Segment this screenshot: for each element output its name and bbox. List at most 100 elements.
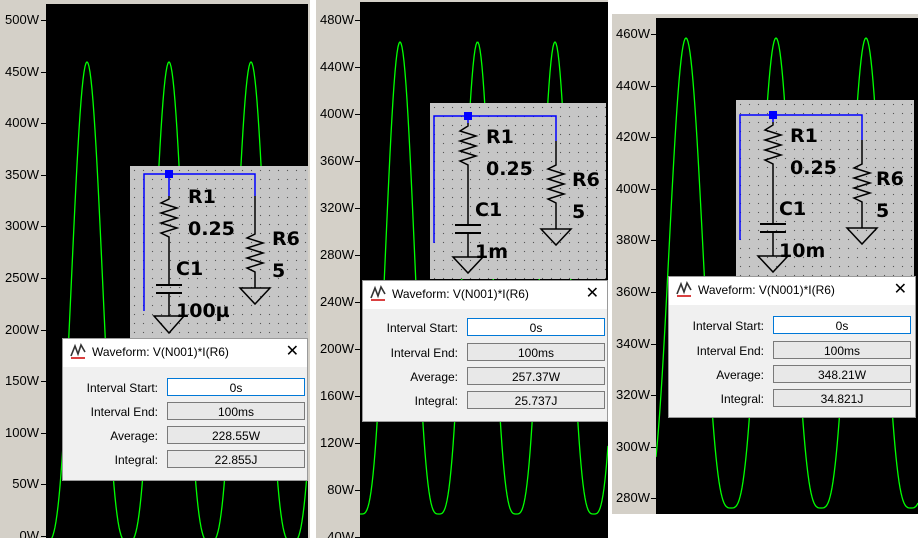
dialog-titlebar[interactable]: Waveform: V(N001)*I(R6) ✕ bbox=[63, 339, 307, 367]
c1-name-label: C1 bbox=[779, 198, 807, 220]
y-tick-label: 400W bbox=[320, 106, 354, 121]
close-icon[interactable]: ✕ bbox=[286, 343, 299, 361]
interval-start-label: Interval Start: bbox=[386, 321, 458, 335]
y-tick-label: 420W bbox=[616, 129, 650, 145]
interval-end-label: Interval End: bbox=[696, 344, 764, 358]
integral-label: Integral: bbox=[720, 392, 764, 406]
y-tick-label: 300W bbox=[616, 438, 650, 454]
integral-field[interactable]: 34.821J bbox=[773, 389, 911, 407]
y-tick-label: 320W bbox=[320, 200, 354, 215]
y-tick-label: 100W bbox=[5, 424, 39, 440]
schematic-inset[interactable]: R1 0.25 C1 1m R6 5 bbox=[430, 103, 606, 279]
integral-label: Integral: bbox=[114, 453, 158, 467]
y-tick-mark bbox=[41, 123, 46, 125]
interval-end-field[interactable]: 100ms bbox=[773, 341, 911, 359]
y-tick-mark bbox=[651, 34, 656, 35]
c1-name-label: C1 bbox=[475, 199, 503, 221]
y-tick-mark bbox=[41, 484, 46, 486]
schematic-inset[interactable]: R1 0.25 C1 100µ R6 5 bbox=[130, 166, 308, 338]
r1-value-label: 0.25 bbox=[188, 218, 235, 240]
ltspice-icon bbox=[370, 285, 386, 301]
y-tick-label: 340W bbox=[616, 335, 650, 351]
r1-value-label: 0.25 bbox=[486, 158, 533, 180]
y-tick-mark bbox=[651, 85, 656, 87]
schematic-inset[interactable]: R1 0.25 C1 10m R6 5 bbox=[736, 100, 914, 278]
y-tick-label: 300W bbox=[5, 218, 39, 234]
c1-value-label: 1m bbox=[475, 241, 509, 263]
average-field[interactable]: 228.55W bbox=[167, 426, 305, 444]
interval-end-field[interactable]: 100ms bbox=[467, 343, 605, 361]
dialog-title: Waveform: V(N001)*I(R6) bbox=[392, 287, 529, 301]
y-tick-mark bbox=[355, 114, 360, 115]
integral-field[interactable]: 22.855J bbox=[167, 450, 305, 468]
integral-label: Integral: bbox=[414, 394, 458, 408]
interval-start-input[interactable]: 0s bbox=[167, 378, 305, 396]
r6-name-label: R6 bbox=[876, 168, 904, 190]
y-tick-mark bbox=[355, 20, 360, 21]
average-label: Average: bbox=[410, 370, 458, 384]
close-icon[interactable]: ✕ bbox=[586, 285, 599, 303]
y-tick-label: 320W bbox=[616, 387, 650, 403]
y-tick-mark bbox=[355, 161, 360, 162]
interval-start-label: Interval Start: bbox=[692, 319, 764, 333]
y-tick-mark bbox=[651, 446, 656, 448]
y-tick-mark bbox=[651, 292, 656, 293]
waveform-dialog: Waveform: V(N001)*I(R6) ✕ Interval Start… bbox=[62, 338, 308, 481]
y-tick-label: 440W bbox=[320, 59, 354, 74]
y-tick-label: 450W bbox=[5, 63, 39, 79]
y-tick-mark bbox=[355, 208, 360, 209]
y-tick-label: 240W bbox=[320, 294, 354, 309]
y-tick-label: 0W bbox=[19, 528, 40, 538]
y-tick-label: 500W bbox=[5, 12, 39, 27]
dialog-title: Waveform: V(N001)*I(R6) bbox=[698, 283, 835, 297]
y-tick-label: 400W bbox=[616, 180, 650, 196]
y-tick-mark bbox=[41, 20, 46, 21]
y-tick-mark bbox=[355, 302, 360, 303]
y-tick-mark bbox=[41, 432, 46, 434]
y-tick-label: 380W bbox=[616, 232, 650, 248]
y-tick-label: 200W bbox=[5, 321, 39, 337]
y-tick-label: 40W bbox=[327, 529, 354, 538]
y-tick-label: 460W bbox=[616, 26, 650, 41]
close-icon[interactable]: ✕ bbox=[894, 281, 907, 299]
y-tick-mark bbox=[651, 498, 656, 500]
waveform-dialog: Waveform: V(N001)*I(R6) ✕ Interval Start… bbox=[362, 280, 608, 422]
r1-value-label: 0.25 bbox=[790, 157, 837, 179]
y-tick-label: 150W bbox=[5, 373, 39, 389]
y-tick-mark bbox=[651, 240, 656, 242]
y-tick-mark bbox=[41, 226, 46, 228]
ltspice-icon bbox=[676, 281, 692, 297]
c1-name-label: C1 bbox=[176, 258, 204, 280]
interval-start-input[interactable]: 0s bbox=[773, 316, 911, 334]
y-tick-label: 120W bbox=[320, 435, 354, 450]
waveform-panel-2: 480W 440W 400W 360W 320W 280W 240W 200W 160W 120W… bbox=[316, 0, 608, 538]
y-tick-label: 480W bbox=[320, 12, 354, 27]
y-tick-mark bbox=[41, 174, 46, 176]
y-tick-label: 80W bbox=[327, 482, 354, 497]
waveform-panel-3: 460W 440W 420W 400W 380W 360W 340W 320W 300W 280W… bbox=[612, 14, 918, 514]
r1-name-label: R1 bbox=[486, 126, 514, 148]
r1-name-label: R1 bbox=[790, 125, 818, 147]
interval-end-field[interactable]: 100ms bbox=[167, 402, 305, 420]
c1-value-label: 10m bbox=[779, 240, 826, 262]
ltspice-icon bbox=[70, 343, 86, 359]
integral-field[interactable]: 25.737J bbox=[467, 391, 605, 409]
y-tick-mark bbox=[41, 381, 46, 383]
y-tick-label: 360W bbox=[320, 153, 354, 168]
r6-name-label: R6 bbox=[272, 228, 300, 250]
dialog-titlebar[interactable]: Waveform: V(N001)*I(R6) ✕ bbox=[363, 281, 607, 309]
average-field[interactable]: 257.37W bbox=[467, 367, 605, 385]
y-tick-label: 440W bbox=[616, 77, 650, 93]
average-field[interactable]: 348.21W bbox=[773, 365, 911, 383]
y-tick-label: 280W bbox=[616, 490, 650, 506]
y-tick-label: 400W bbox=[5, 115, 39, 131]
average-label: Average: bbox=[716, 368, 764, 382]
y-tick-label: 50W bbox=[12, 476, 39, 492]
y-tick-mark bbox=[355, 67, 360, 68]
dialog-titlebar[interactable]: Waveform: V(N001)*I(R6) ✕ bbox=[669, 277, 915, 305]
y-tick-mark bbox=[41, 278, 46, 279]
r6-value-label: 5 bbox=[272, 260, 286, 282]
y-tick-mark bbox=[355, 255, 360, 256]
interval-start-input[interactable]: 0s bbox=[467, 318, 605, 336]
r1-name-label: R1 bbox=[188, 186, 216, 208]
